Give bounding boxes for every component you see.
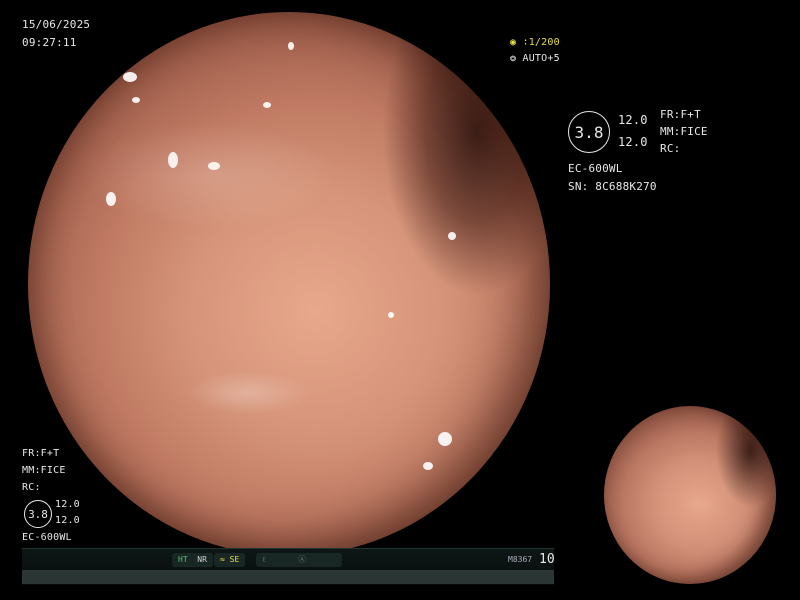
exposure-readout: ❂ AUTO+5 bbox=[510, 52, 560, 65]
se-label: SE bbox=[229, 555, 240, 564]
date-label: 15/06/2025 bbox=[22, 18, 91, 31]
exposure-icon: ❂ bbox=[510, 53, 517, 64]
shutter-icon: ◉ bbox=[510, 37, 517, 48]
status-se: ≈ SE bbox=[214, 553, 246, 567]
status-count: 10 bbox=[539, 552, 555, 567]
scope-model: EC-600WL bbox=[568, 162, 623, 175]
scope-diameter-value: 3.8 bbox=[574, 122, 604, 142]
mm-setting-left: MM:FICE bbox=[22, 465, 66, 476]
status-code: M8367 bbox=[508, 555, 533, 564]
se-icon: ≈ bbox=[220, 555, 225, 564]
shutter-value: ∶1/200 bbox=[522, 37, 560, 48]
fr-setting-left: FR:F+T bbox=[22, 448, 60, 459]
nr-label: NR bbox=[197, 555, 207, 564]
rc-setting-left: RC: bbox=[22, 482, 41, 493]
ht-label: HT bbox=[178, 555, 188, 564]
endoscope-pip-view bbox=[604, 406, 776, 584]
status-ht-nr: HT NR bbox=[172, 553, 213, 567]
mm-setting: MM:FICE bbox=[660, 125, 708, 138]
fr-setting: FR:F+T bbox=[660, 108, 701, 121]
circle-a-icon: Ⓐ bbox=[298, 555, 306, 564]
shutter-readout: ◉ ∶1/200 bbox=[510, 36, 560, 49]
status-slot-circle: Ⓐ bbox=[292, 553, 342, 567]
setting-value-2: 12.0 bbox=[618, 135, 648, 149]
scope-diameter-badge: 3.8 bbox=[568, 111, 610, 153]
endoscope-main-view bbox=[28, 12, 550, 556]
feather-icon: ℓ bbox=[262, 555, 266, 564]
setting-value-1-left: 12.0 bbox=[55, 499, 80, 510]
time-label: 09:27:11 bbox=[22, 36, 77, 49]
scope-diameter-value-left: 3.8 bbox=[28, 507, 48, 521]
setting-value-1: 12.0 bbox=[618, 113, 648, 127]
setting-value-2-left: 12.0 bbox=[55, 515, 80, 526]
rc-setting: RC: bbox=[660, 142, 681, 155]
scope-serial: SN: 8C688K270 bbox=[568, 180, 657, 193]
status-bar-strip bbox=[22, 570, 554, 584]
scope-diameter-badge-left: 3.8 bbox=[24, 500, 52, 528]
exposure-value: AUTO+5 bbox=[522, 53, 560, 64]
scope-model-left: EC-600WL bbox=[22, 532, 72, 543]
